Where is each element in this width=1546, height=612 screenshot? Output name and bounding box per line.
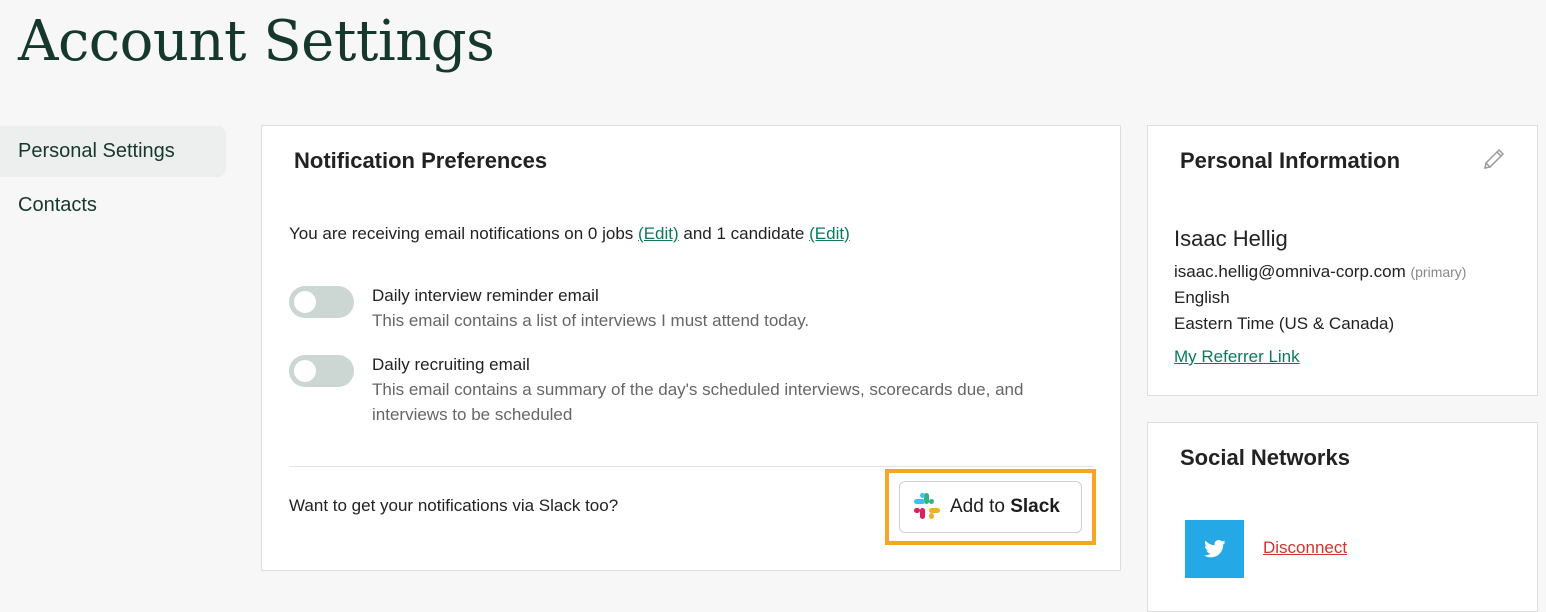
primary-email-tag: (primary): [1410, 264, 1467, 280]
preference-description: This email contains a list of interviews…: [372, 311, 810, 330]
card-title: Personal Information: [1180, 148, 1401, 173]
slack-label-prefix: Add to: [950, 496, 1011, 517]
preference-label: Daily interview reminder email: [372, 286, 599, 305]
edit-candidates-link[interactable]: (Edit): [809, 224, 850, 243]
add-to-slack-button[interactable]: Add to Slack: [899, 481, 1082, 533]
pencil-icon[interactable]: [1481, 146, 1507, 172]
summary-text: and 1 candidate: [678, 224, 810, 243]
page-title: Account Settings: [18, 9, 495, 74]
edit-jobs-link[interactable]: (Edit): [638, 224, 679, 243]
user-timezone: Eastern Time (US & Canada): [1174, 314, 1395, 333]
user-language: English: [1174, 288, 1230, 307]
slack-logo-icon: [912, 491, 942, 524]
sidebar-item-personal-settings[interactable]: Personal Settings: [0, 126, 226, 177]
slack-button-highlight: Add to Slack: [885, 469, 1096, 545]
user-email-line: isaac.hellig@omniva-corp.com (primary): [1174, 262, 1466, 282]
summary-text: You are receiving email notifications on…: [289, 224, 639, 243]
card-title: Social Networks: [1180, 445, 1350, 470]
daily-recruiting-email-toggle[interactable]: [289, 355, 354, 387]
twitter-icon: [1185, 520, 1244, 578]
social-networks-card: Social Networks Disconnect: [1147, 422, 1538, 612]
divider: [289, 466, 1093, 467]
slack-label-brand: Slack: [1010, 496, 1060, 517]
notification-summary: You are receiving email notifications on…: [289, 224, 850, 244]
sidebar-item-contacts[interactable]: Contacts: [0, 180, 226, 231]
daily-interview-reminder-toggle[interactable]: [289, 286, 354, 318]
personal-information-card: Personal Information Isaac Hellig isaac.…: [1147, 125, 1538, 396]
preference-description: This email contains a summary of the day…: [372, 380, 1024, 424]
notification-preferences-card: Notification Preferences You are receivi…: [261, 125, 1121, 571]
slack-prompt: Want to get your notifications via Slack…: [289, 496, 619, 515]
referrer-link[interactable]: My Referrer Link: [1174, 347, 1300, 367]
preference-label: Daily recruiting email: [372, 355, 530, 374]
user-email: isaac.hellig@omniva-corp.com: [1174, 262, 1406, 281]
twitter-disconnect-link[interactable]: Disconnect: [1263, 538, 1347, 558]
card-title: Notification Preferences: [294, 148, 548, 173]
sidebar-nav: Personal Settings Contacts: [0, 126, 226, 231]
add-to-slack-label: Add to Slack: [950, 496, 1060, 518]
user-name: Isaac Hellig: [1174, 226, 1288, 251]
